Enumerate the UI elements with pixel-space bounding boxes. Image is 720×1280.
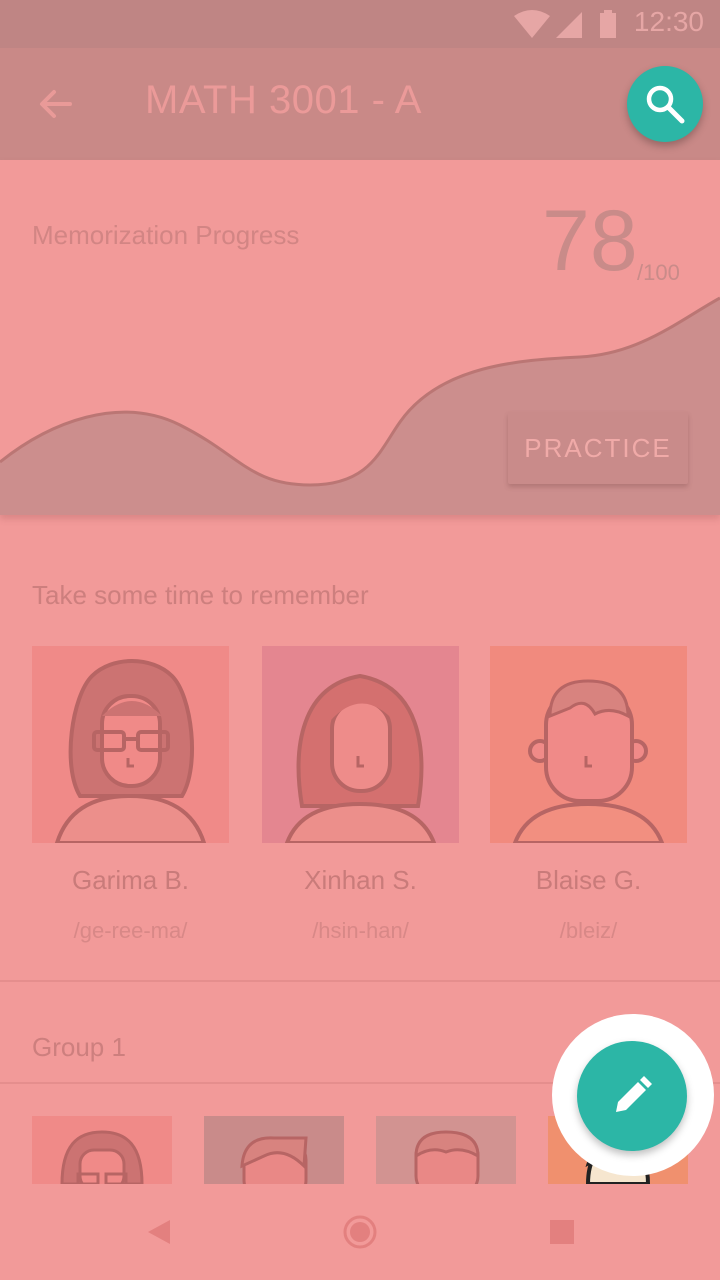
person-card-garima[interactable]: Garima B. /ge-ree-ma/ xyxy=(32,646,229,944)
nav-recents-icon[interactable] xyxy=(549,1219,575,1245)
signal-icon xyxy=(556,12,582,38)
person-pronunciation: /hsin-han/ xyxy=(312,918,409,943)
person-pronunciation: /ge-ree-ma/ xyxy=(73,918,188,943)
avatar-illustration xyxy=(284,673,437,843)
avatar xyxy=(262,646,459,843)
search-icon xyxy=(646,85,685,124)
avatar-illustration xyxy=(240,1136,308,1184)
avatar-illustration xyxy=(512,679,665,843)
app-bar: MATH 3001 - A xyxy=(0,48,720,160)
person-name: Blaise G. xyxy=(535,865,642,895)
nav-home-icon[interactable] xyxy=(342,1214,378,1250)
avatar-illustration xyxy=(60,1130,144,1184)
status-bar: 12:30 xyxy=(0,0,720,48)
avatar-illustration xyxy=(414,1130,480,1184)
person-card-xinhan[interactable]: Xinhan S. /hsin-han/ xyxy=(262,646,459,944)
group-avatar[interactable] xyxy=(376,1116,516,1184)
person-card-blaise[interactable]: Blaise G. /bleiz/ xyxy=(490,646,687,944)
group-section-title: Group 1 xyxy=(32,1032,126,1062)
system-nav-bar xyxy=(0,1184,720,1280)
progress-max: /100 xyxy=(637,260,680,285)
wifi-icon xyxy=(514,10,550,38)
battery-icon xyxy=(600,10,616,38)
edit-icon xyxy=(616,1076,652,1112)
avatar xyxy=(490,646,687,843)
edit-button[interactable] xyxy=(577,1041,687,1151)
avatar-illustration xyxy=(54,659,207,843)
search-button[interactable] xyxy=(627,66,703,142)
status-time: 12:30 xyxy=(633,6,704,37)
remember-section-title: Take some time to remember xyxy=(32,580,369,610)
nav-back-icon[interactable] xyxy=(146,1218,172,1246)
group-avatar[interactable] xyxy=(32,1116,172,1184)
person-name: Xinhan S. xyxy=(304,865,417,895)
page-title: MATH 3001 - A xyxy=(145,78,422,122)
progress-score: 78 xyxy=(542,193,638,289)
avatar xyxy=(32,646,229,843)
back-arrow-icon[interactable] xyxy=(36,84,76,124)
person-pronunciation: /bleiz/ xyxy=(559,918,618,943)
group-avatar[interactable] xyxy=(204,1116,344,1184)
progress-card: Memorization Progress 78 /100 PRACTICE xyxy=(0,160,720,515)
progress-label: Memorization Progress xyxy=(32,220,300,250)
practice-button[interactable]: PRACTICE xyxy=(508,412,688,484)
section-divider xyxy=(0,980,720,982)
person-name: Garima B. xyxy=(71,865,190,895)
